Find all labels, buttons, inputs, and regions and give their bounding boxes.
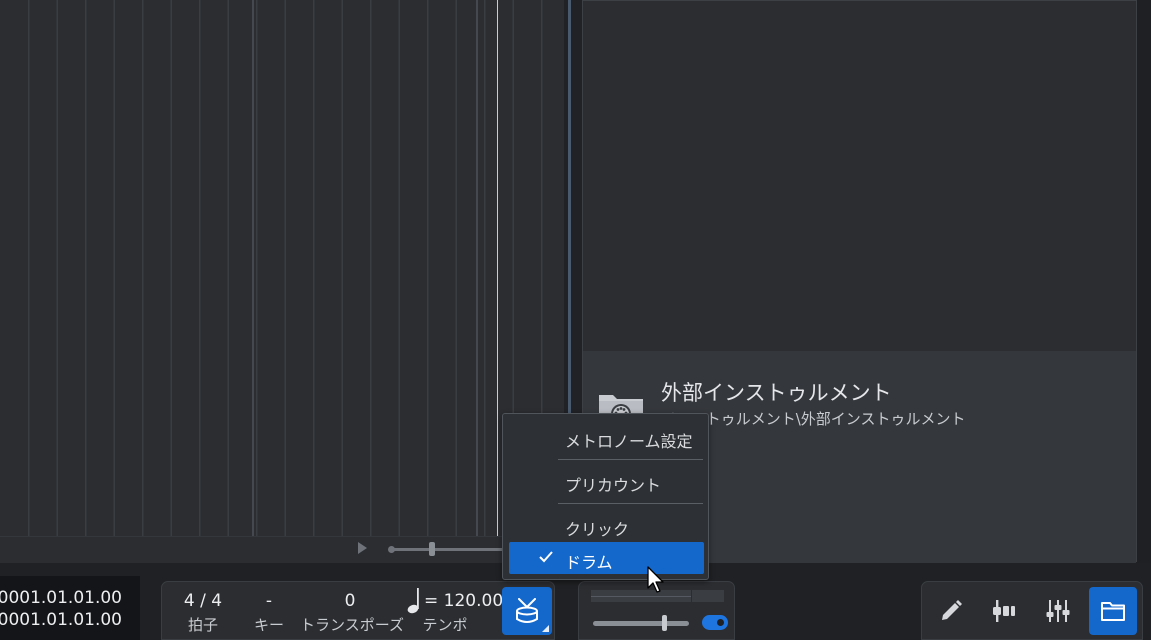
menu-item-label: ドラム [565, 553, 613, 572]
bar-line [252, 0, 254, 536]
volume-thumb[interactable] [662, 615, 667, 631]
tempo-value[interactable]: = 120.00 [424, 591, 503, 611]
menu-item-metronome-settings[interactable]: メトロノーム設定 [509, 421, 704, 453]
menu-item-click[interactable]: クリック [509, 509, 704, 541]
key-label: キー [253, 616, 284, 634]
time-signature-label: 拍子 [187, 616, 218, 634]
pencil-icon [942, 600, 962, 620]
tempo-label: テンポ [422, 616, 468, 634]
level-meter-right [692, 590, 724, 602]
output-toggle[interactable] [702, 615, 728, 630]
folder-icon [1101, 602, 1125, 621]
volume-slider[interactable] [593, 621, 689, 626]
mixer-button[interactable] [1034, 587, 1082, 635]
browser-button[interactable] [1089, 587, 1137, 635]
key-value[interactable]: - [248, 591, 290, 611]
time-signature-value[interactable]: 4 / 4 [172, 591, 234, 611]
play-arrow-icon[interactable] [358, 542, 367, 554]
horizontal-zoom-thumb[interactable] [429, 542, 435, 556]
bar-line [476, 0, 478, 536]
browser-list-area[interactable] [583, 1, 1136, 351]
menu-item-label: クリック [565, 520, 630, 539]
edit-button[interactable] [927, 587, 975, 635]
metronome-button[interactable] [502, 587, 552, 635]
arrange-view[interactable] [0, 0, 564, 563]
transpose-label: トランスポーズ [300, 616, 404, 634]
dropdown-corner-icon [542, 625, 549, 632]
menu-item-drum[interactable]: ドラム [509, 542, 704, 574]
quarter-note-icon [407, 588, 419, 614]
time-secondary: 0001.01.01.00 [0, 610, 122, 630]
level-meter-left [591, 590, 691, 602]
instrument-title: 外部インストゥルメント [661, 381, 892, 405]
browser-edge [1137, 0, 1151, 563]
menu-separator [558, 459, 703, 460]
checkmark-icon [539, 551, 553, 563]
fader-icon [993, 600, 1015, 622]
studio-window: 外部インストゥルメント インストゥルメント\外部インストゥルメント 0001.0… [0, 0, 1151, 640]
metronome-menu: メトロノーム設定 プリカウント クリック ドラム [502, 413, 709, 580]
menu-item-label: プリカウント [565, 476, 662, 495]
mixer-icon [1046, 600, 1070, 622]
inspector-button[interactable] [980, 587, 1028, 635]
drum-icon [516, 598, 538, 623]
time-primary: 0001.01.01.00 [0, 588, 122, 608]
playback-cursor-line[interactable] [497, 0, 498, 536]
menu-item-precount[interactable]: プリカウント [509, 465, 704, 497]
transpose-value[interactable]: 0 [300, 591, 400, 611]
mouse-pointer-icon [647, 566, 664, 593]
time-display[interactable]: 0001.01.01.00 0001.01.01.00 [0, 576, 140, 640]
horizontal-zoom-slider[interactable] [388, 546, 504, 553]
menu-item-label: メトロノーム設定 [565, 432, 693, 451]
menu-separator [558, 503, 703, 504]
